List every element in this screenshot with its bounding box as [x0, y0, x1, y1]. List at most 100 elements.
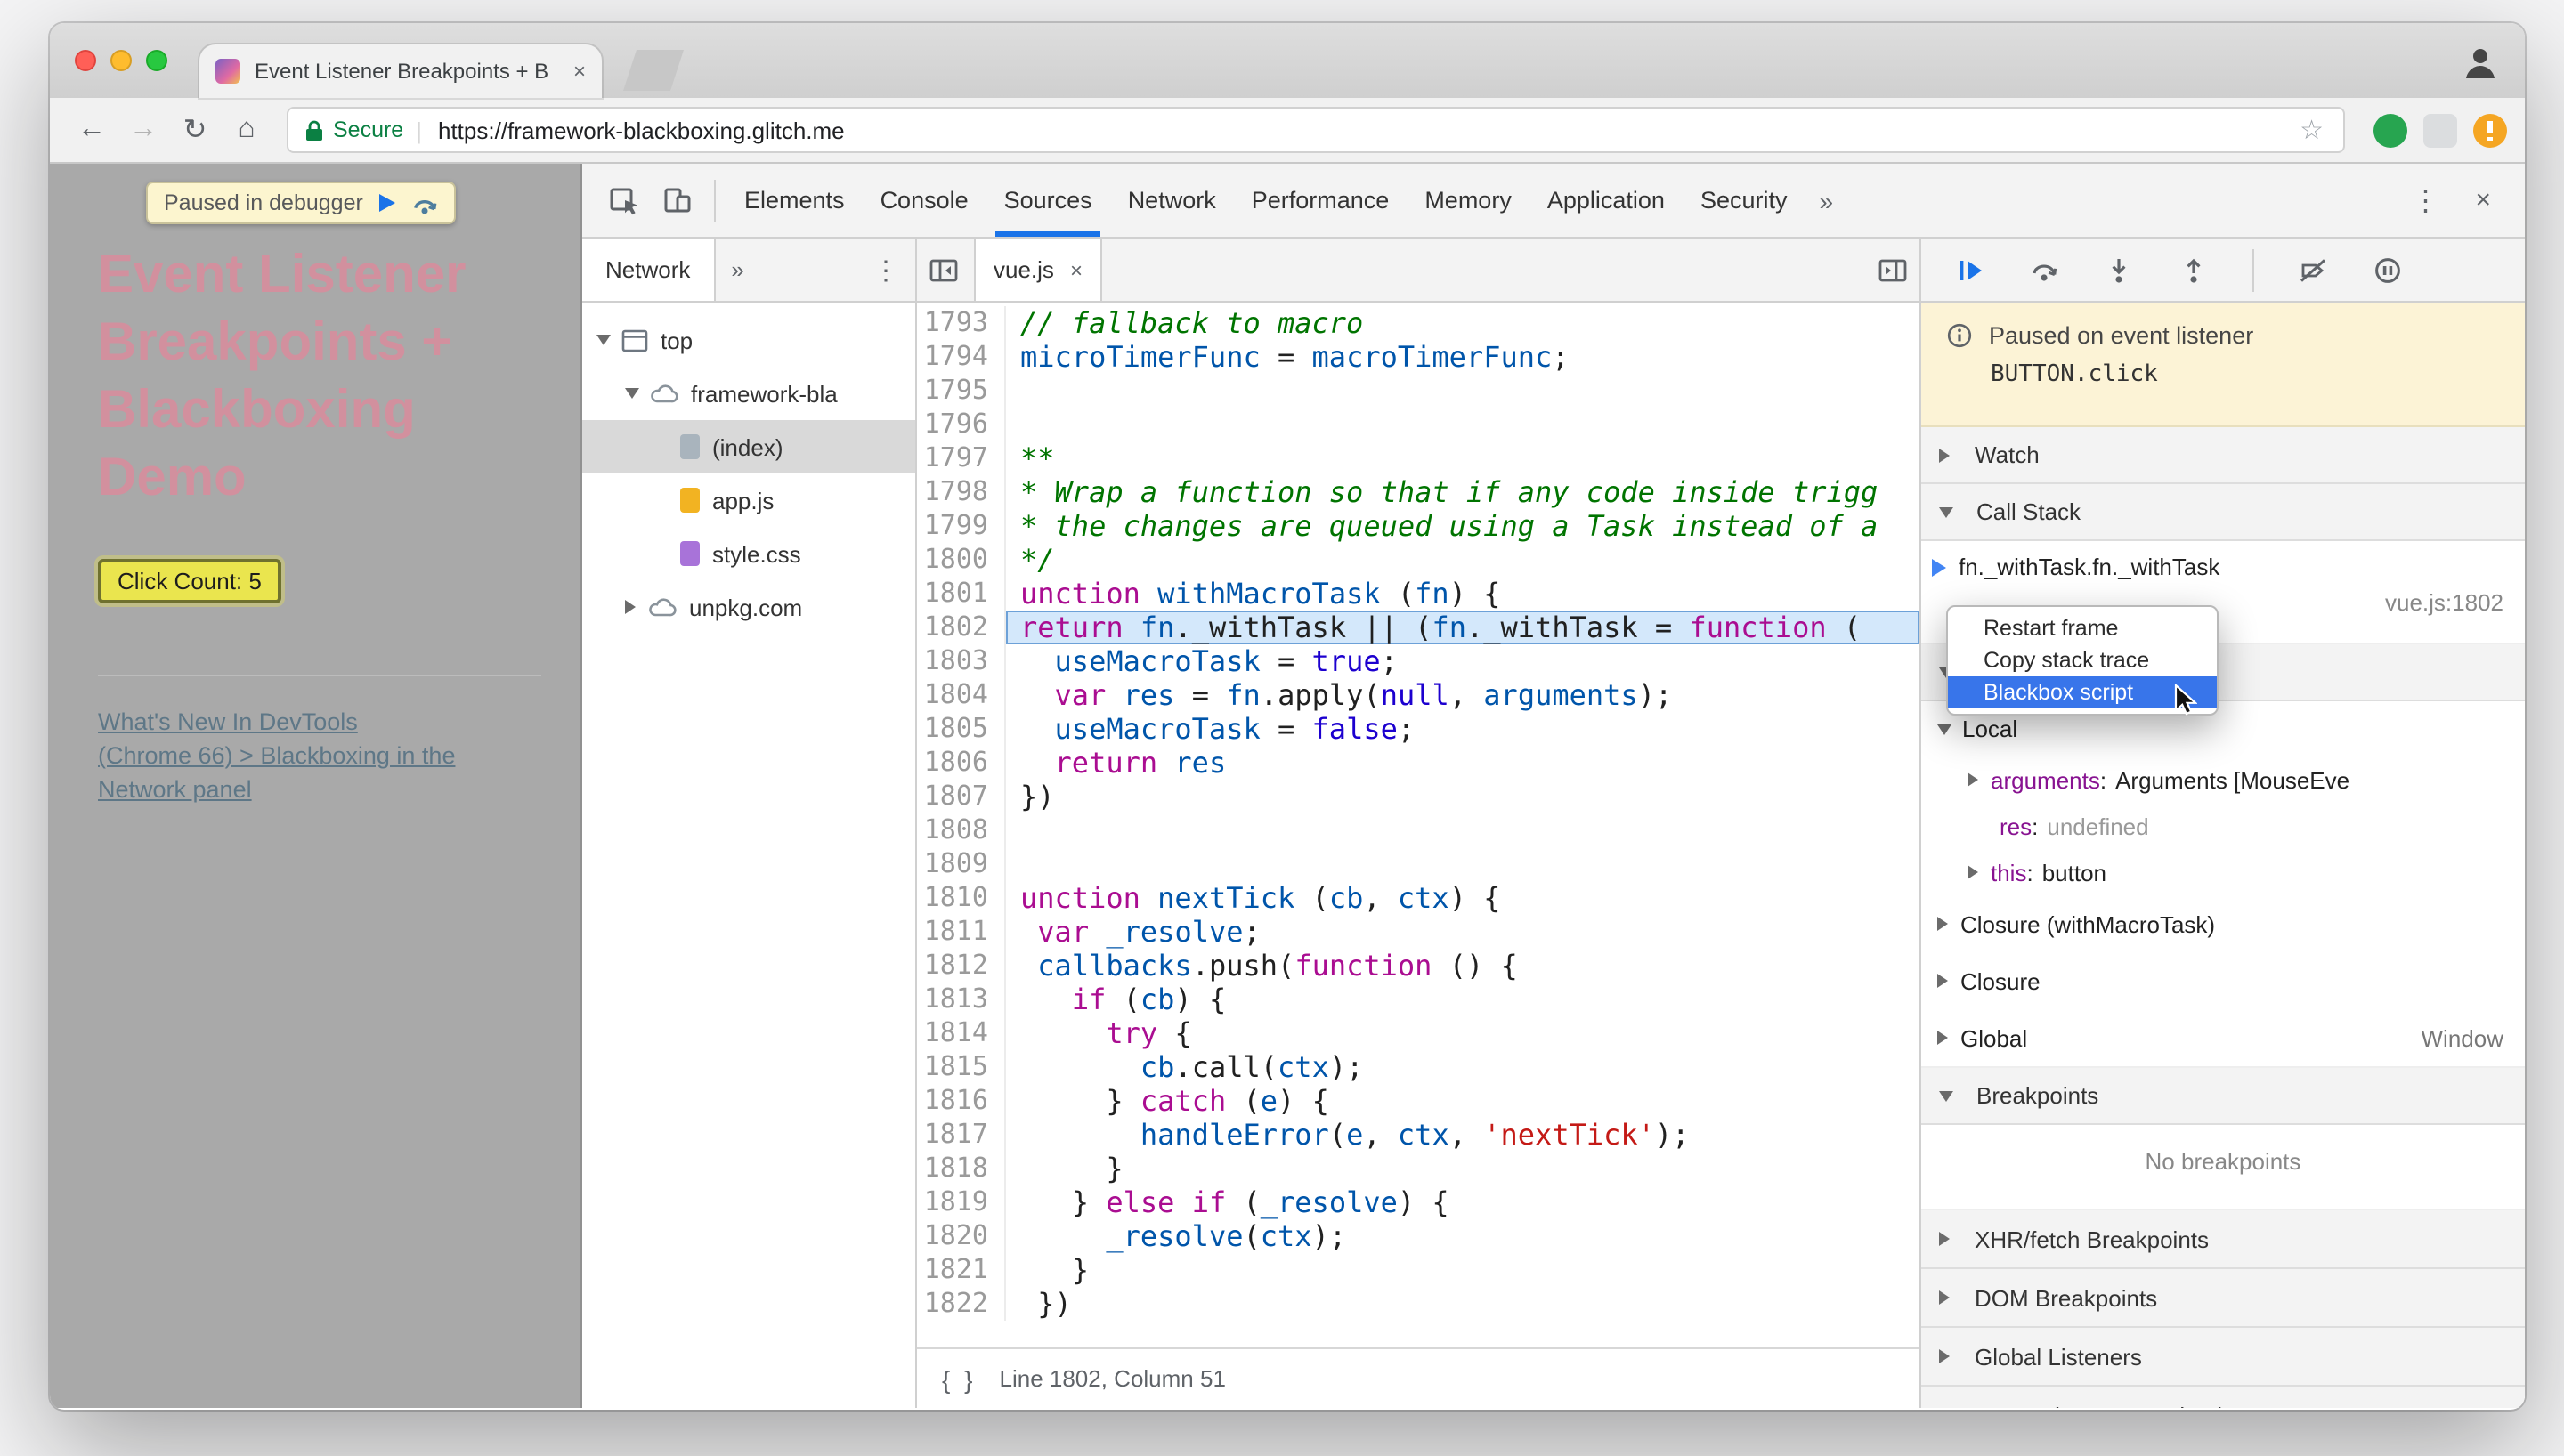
forward-button[interactable]: →: [119, 106, 167, 154]
line-number[interactable]: 1798: [917, 475, 1006, 509]
line-number[interactable]: 1794: [917, 340, 1006, 374]
dom-breakpoints-section-header[interactable]: DOM Breakpoints: [1921, 1269, 2525, 1328]
scope-caret-icon[interactable]: [1968, 772, 1978, 787]
watch-section-header[interactable]: Watch: [1921, 427, 2525, 484]
scope-row-global[interactable]: Global Window: [1921, 1009, 2525, 1066]
line-number[interactable]: 1817: [917, 1118, 1006, 1152]
code-line[interactable]: 1814 try {: [917, 1016, 1919, 1050]
tree-item-style-css[interactable]: style.css: [582, 527, 915, 580]
tree-item-app-js[interactable]: app.js: [582, 473, 915, 527]
code-line[interactable]: 1816 } catch (e) {: [917, 1084, 1919, 1118]
code-line[interactable]: 1809: [917, 847, 1919, 881]
code-line[interactable]: 1795: [917, 374, 1919, 408]
line-number[interactable]: 1795: [917, 374, 1006, 408]
extension-icon-gray[interactable]: [2423, 113, 2457, 147]
context-menu-item-copy-stack-trace[interactable]: Copy stack trace: [1948, 644, 2217, 676]
breakpoints-section-header[interactable]: Breakpoints: [1921, 1068, 2525, 1125]
tree-caret-icon[interactable]: [625, 600, 636, 614]
tree-caret-icon[interactable]: [625, 388, 639, 399]
code-line[interactable]: 1797 **: [917, 441, 1919, 475]
code-line[interactable]: 1818 }: [917, 1152, 1919, 1185]
url-text[interactable]: https://framework-blackboxing.glitch.me: [438, 117, 2296, 143]
code-line[interactable]: 1808: [917, 813, 1919, 847]
window-close-button[interactable]: [75, 50, 96, 71]
scope-caret-icon[interactable]: [1968, 865, 1978, 879]
toggle-navigator-icon[interactable]: [917, 243, 970, 296]
devtools-tab-application[interactable]: Application: [1529, 164, 1683, 237]
devtools-tab-network[interactable]: Network: [1110, 164, 1234, 237]
code-line[interactable]: 1799 * the changes are queued using a Tas…: [917, 509, 1919, 543]
code-line[interactable]: 1796: [917, 408, 1919, 441]
profile-avatar-icon[interactable]: [2461, 43, 2500, 82]
code-line[interactable]: 1805 useMacroTask = false;: [917, 712, 1919, 746]
tabs-overflow-icon[interactable]: »: [1805, 186, 1848, 214]
devtools-tab-performance[interactable]: Performance: [1234, 164, 1408, 237]
line-number[interactable]: 1820: [917, 1219, 1006, 1253]
line-number[interactable]: 1806: [917, 746, 1006, 780]
event-listener-breakpoints-section-header[interactable]: Event Listener Breakpoints: [1921, 1387, 2525, 1408]
tree-caret-icon[interactable]: [596, 335, 611, 345]
editor-tab-close-icon[interactable]: ×: [1070, 257, 1083, 282]
line-number[interactable]: 1804: [917, 678, 1006, 712]
line-number[interactable]: 1816: [917, 1084, 1006, 1118]
window-zoom-button[interactable]: [146, 50, 167, 71]
code-line[interactable]: 1817 handleError(e, ctx, 'nextTick');: [917, 1118, 1919, 1152]
address-bar[interactable]: Secure | https://framework-blackboxing.g…: [287, 107, 2345, 153]
devtools-tab-elements[interactable]: Elements: [726, 164, 863, 237]
extension-icon-green[interactable]: [2373, 113, 2407, 147]
navigator-tab-network[interactable]: Network: [582, 239, 716, 301]
line-number[interactable]: 1814: [917, 1016, 1006, 1050]
line-number[interactable]: 1813: [917, 983, 1006, 1016]
window-minimize-button[interactable]: [110, 50, 132, 71]
scope-row-arguments[interactable]: arguments: Arguments [MouseEve: [1921, 756, 2525, 803]
scope-row-closure-withmacrotask[interactable]: Closure (withMacroTask): [1921, 895, 2525, 952]
resume-icon[interactable]: [378, 194, 395, 212]
line-number[interactable]: 1802: [917, 611, 1006, 644]
line-number[interactable]: 1812: [917, 949, 1006, 983]
code-line[interactable]: 1794 microTimerFunc = macroTimerFunc;: [917, 340, 1919, 374]
line-number[interactable]: 1803: [917, 644, 1006, 678]
line-number[interactable]: 1796: [917, 408, 1006, 441]
code-line[interactable]: 1803 useMacroTask = true;: [917, 644, 1919, 678]
code-line[interactable]: 1815 cb.call(ctx);: [917, 1050, 1919, 1084]
tree-item-index[interactable]: (index): [582, 420, 915, 473]
tree-item-framework-bla[interactable]: framework-bla: [582, 367, 915, 420]
page-link-line[interactable]: (Chrome 66) > Blackboxing in the: [98, 739, 520, 772]
code-line[interactable]: 1813 if (cb) {: [917, 983, 1919, 1016]
scope-row-this[interactable]: this: button: [1921, 849, 2525, 895]
scope-caret-icon[interactable]: [1937, 974, 1948, 988]
page-link-line[interactable]: What's New In DevTools: [98, 705, 520, 739]
line-number[interactable]: 1799: [917, 509, 1006, 543]
code-line[interactable]: 1806 return res: [917, 746, 1919, 780]
editor-tab-vuejs[interactable]: vue.js ×: [974, 239, 1102, 301]
pause-on-exceptions-button[interactable]: [2361, 243, 2414, 296]
code-editor[interactable]: 1793 // fallback to macro 1794 microTimerFu…: [917, 303, 1919, 1347]
line-number[interactable]: 1811: [917, 915, 1006, 949]
page-link[interactable]: What's New In DevTools (Chrome 66) > Bla…: [98, 705, 520, 806]
xhr-breakpoints-section-header[interactable]: XHR/fetch Breakpoints: [1921, 1210, 2525, 1269]
devtools-tab-console[interactable]: Console: [863, 164, 986, 237]
code-line[interactable]: 1807}): [917, 780, 1919, 813]
toggle-debugger-sidebar-icon[interactable]: [1866, 243, 1919, 296]
line-number[interactable]: 1810: [917, 881, 1006, 915]
line-number[interactable]: 1807: [917, 780, 1006, 813]
code-line[interactable]: 1812 callbacks.push(function () {: [917, 949, 1919, 983]
devtools-tab-memory[interactable]: Memory: [1407, 164, 1529, 237]
browser-tab[interactable]: Event Listener Breakpoints + B ×: [199, 44, 602, 98]
line-number[interactable]: 1822: [917, 1287, 1006, 1321]
code-line[interactable]: 1800 */: [917, 543, 1919, 577]
step-over-icon[interactable]: [411, 191, 438, 214]
page-link-line[interactable]: Network panel: [98, 772, 520, 806]
pretty-print-icon[interactable]: { }: [942, 1364, 977, 1393]
code-line[interactable]: 1810 unction nextTick (cb, ctx) {: [917, 881, 1919, 915]
line-number[interactable]: 1793: [917, 306, 1006, 340]
line-number[interactable]: 1808: [917, 813, 1006, 847]
devtools-tab-sources[interactable]: Sources: [986, 164, 1110, 237]
navigator-more-icon[interactable]: ⋮: [856, 254, 915, 286]
scope-caret-icon[interactable]: [1937, 917, 1948, 931]
resume-script-button[interactable]: [1943, 243, 1996, 296]
line-number[interactable]: 1819: [917, 1185, 1006, 1219]
browser-update-menu-icon[interactable]: [2473, 113, 2507, 147]
reload-button[interactable]: ↻: [171, 106, 219, 154]
home-button[interactable]: ⌂: [223, 106, 271, 154]
